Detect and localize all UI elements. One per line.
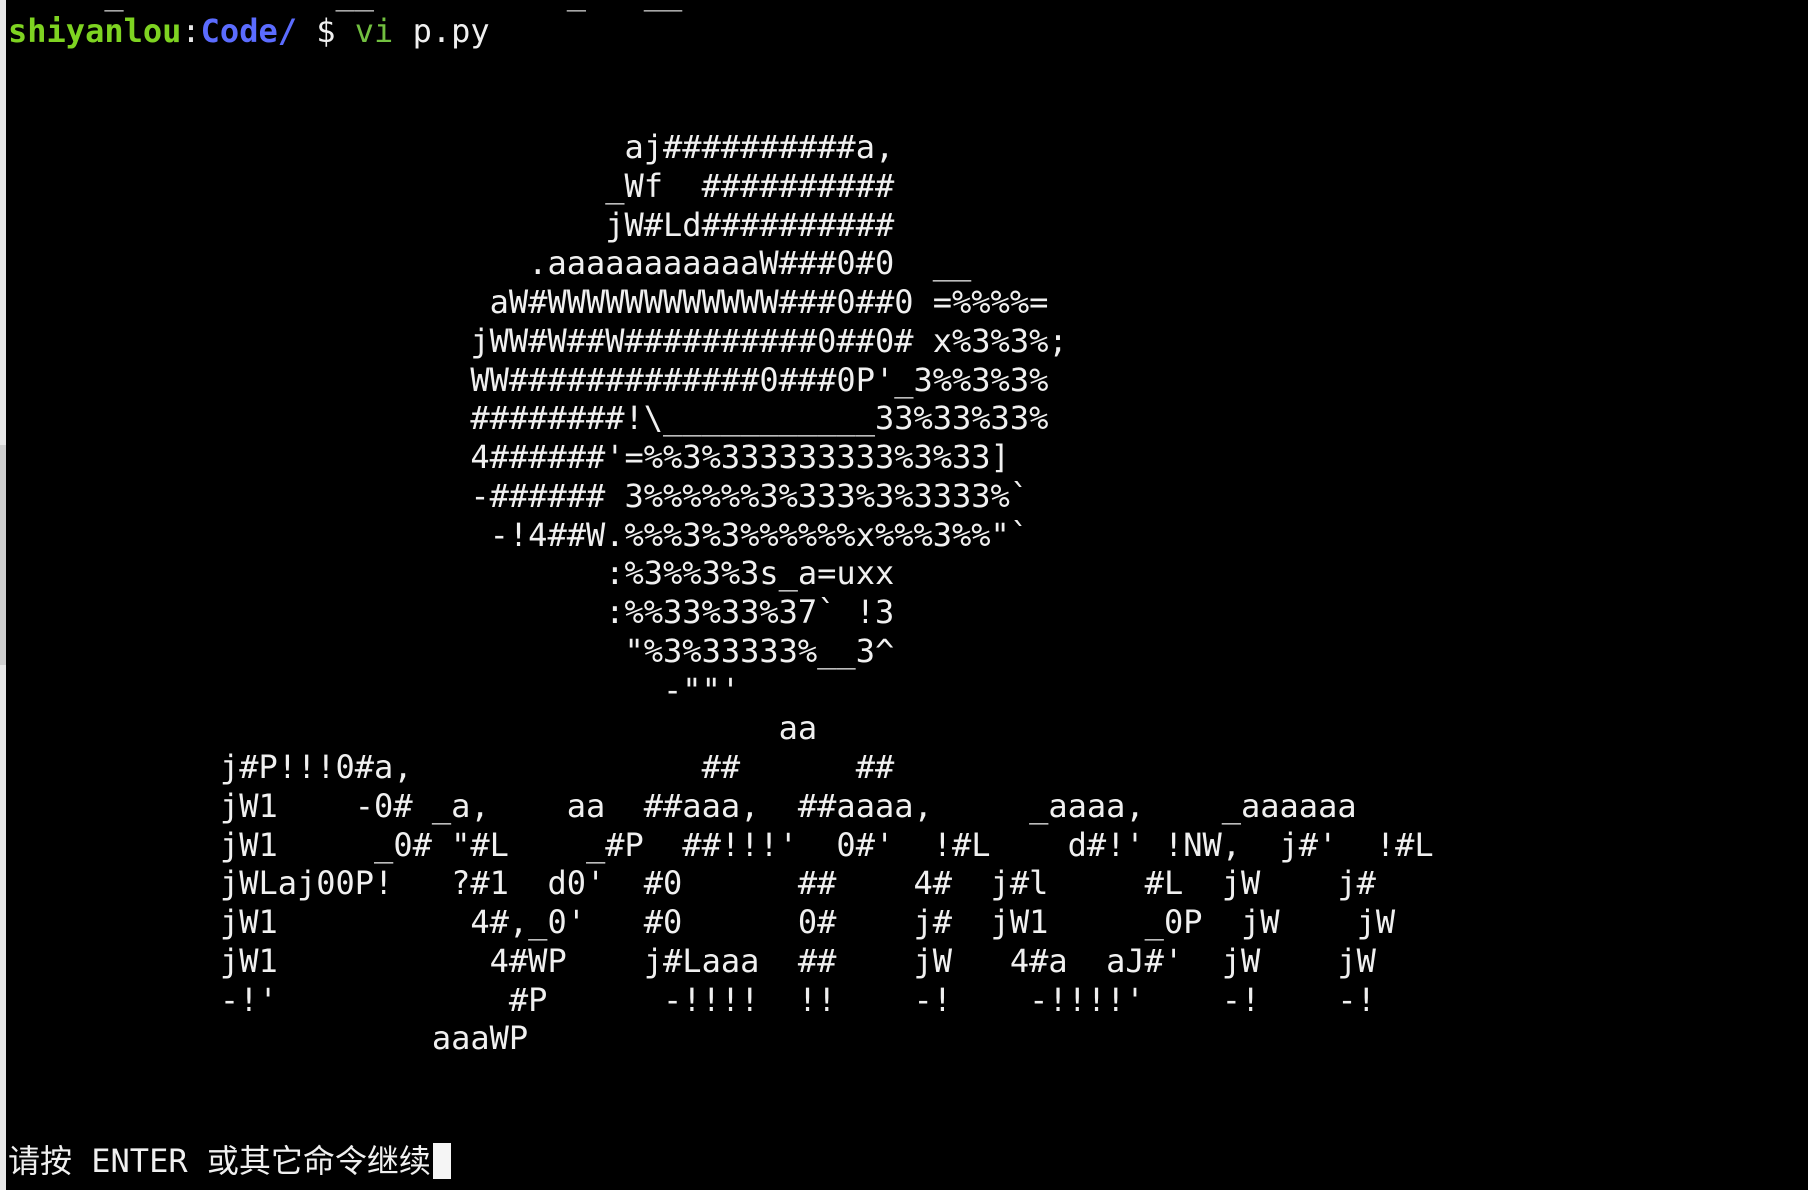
window-edge xyxy=(0,0,6,1190)
prompt-user: shiyanlou xyxy=(8,12,182,50)
prompt-command: vi xyxy=(354,12,394,50)
window-edge-notch xyxy=(0,445,6,665)
press-enter-message: 请按 ENTER 或其它命令继续 xyxy=(8,1142,431,1180)
previous-output-line: ` _ ` __` ` _ `__ xyxy=(8,0,702,12)
vim-status-line[interactable]: 请按 ENTER 或其它命令继续 xyxy=(8,1142,451,1180)
terminal-window[interactable]: ` _ ` __` ` _ `__ shiyanlou:Code/ $ vi p… xyxy=(0,0,1808,1190)
prompt-directory: Code/ xyxy=(200,12,297,50)
prompt-argument: p.py xyxy=(412,12,490,50)
python-ascii-art-output: aj##########a, _Wf ########## jW#Ld#####… xyxy=(219,128,1434,1058)
text-cursor xyxy=(432,1143,451,1179)
prompt-symbol: $ xyxy=(316,12,336,50)
shell-prompt-line: shiyanlou:Code/ $ vi p.py xyxy=(8,12,490,50)
prompt-separator: : xyxy=(181,12,201,50)
